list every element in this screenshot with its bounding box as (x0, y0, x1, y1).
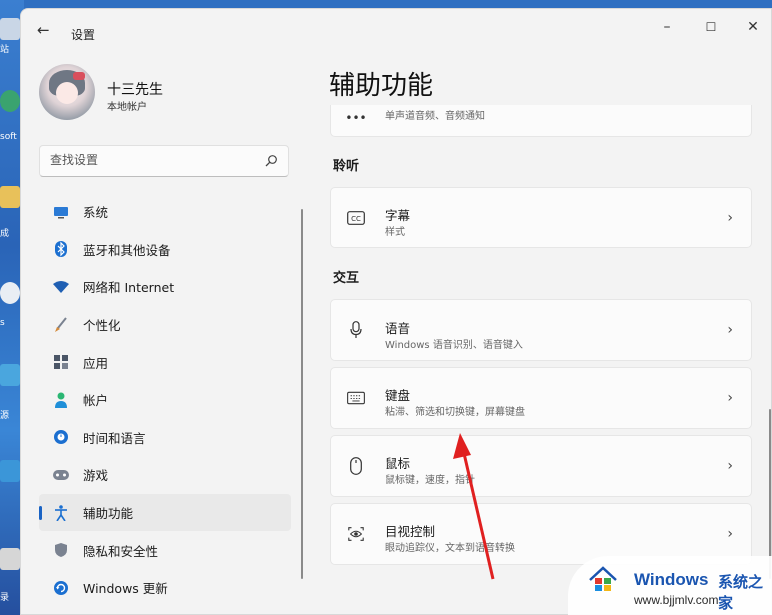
card-subtitle: 粘滞、筛选和切换键，屏幕键盘 (385, 407, 525, 418)
eye-control-icon (347, 525, 365, 543)
close-button[interactable]: ✕ (739, 17, 767, 37)
person-icon (53, 392, 69, 408)
update-icon (53, 580, 69, 596)
card-title: 目视控制 (385, 524, 436, 539)
sidebar-item-windows-update[interactable]: Windows 更新 (39, 569, 291, 607)
captions-card[interactable]: CC 字幕 样式 › (330, 187, 752, 248)
sidebar-item-label: 隐私和安全性 (83, 543, 159, 559)
card-title: 语音 (385, 321, 411, 336)
sidebar-item-label: 游戏 (83, 468, 109, 484)
shield-icon (53, 542, 69, 558)
user-account-type: 本地帐户 (107, 102, 147, 113)
sidebar-item-time-language[interactable]: 时间和语言 (39, 419, 291, 457)
audio-card-subtitle: 单声道音频、音频通知 (385, 111, 485, 122)
search-input[interactable] (50, 153, 250, 167)
cc-icon: CC (347, 209, 365, 227)
chevron-right-icon: › (727, 458, 733, 474)
sidebar-item-apps[interactable]: 应用 (39, 343, 291, 381)
search-box (39, 145, 289, 177)
sidebar-item-network[interactable]: 网络和 Internet (39, 268, 291, 306)
sidebar-item-privacy[interactable]: 隐私和安全性 (39, 531, 291, 569)
svg-text:CC: CC (351, 215, 361, 223)
bluetooth-icon (53, 241, 69, 258)
windows-logo-icon (589, 566, 617, 591)
globe-clock-icon (53, 429, 69, 445)
watermark-brand: Windows (634, 570, 709, 589)
avatar[interactable] (39, 64, 95, 120)
card-subtitle: 样式 (385, 227, 405, 238)
accessibility-icon (53, 504, 69, 521)
sidebar-scrollbar[interactable] (301, 209, 303, 579)
desktop-app-icon[interactable] (0, 460, 20, 482)
chevron-right-icon: › (727, 390, 733, 406)
maximize-button[interactable]: ☐ (697, 17, 725, 37)
back-button[interactable]: ← (37, 23, 53, 38)
watermark-brand-suffix: 系统之家 (718, 573, 764, 612)
section-header-interaction: 交互 (333, 271, 360, 286)
sidebar-item-system[interactable]: 系统 (39, 193, 291, 231)
title-bar: ← 设置 – ☐ ✕ (21, 9, 771, 49)
monitor-icon (53, 204, 69, 220)
active-indicator (39, 505, 42, 520)
brush-icon (53, 316, 69, 333)
chevron-right-icon: › (727, 322, 733, 338)
sidebar-item-label: 蓝牙和其他设备 (83, 242, 171, 258)
gamepad-icon (53, 467, 69, 483)
sidebar-item-gaming[interactable]: 游戏 (39, 456, 291, 494)
sidebar-item-label: 系统 (83, 205, 109, 221)
main-scrollbar[interactable] (769, 409, 771, 579)
wifi-icon (53, 279, 69, 295)
sidebar-item-personalization[interactable]: 个性化 (39, 306, 291, 344)
app-title: 设置 (71, 28, 96, 42)
sidebar-item-label: 帐户 (83, 393, 109, 409)
card-title: 字幕 (385, 208, 411, 223)
desktop-shortcut-icon[interactable] (0, 18, 20, 40)
sidebar-item-label: 网络和 Internet (83, 280, 175, 296)
search-icon[interactable] (264, 154, 278, 168)
speech-card[interactable]: 语音 Windows 语音识别、语音键入 › (330, 299, 752, 361)
desktop-app-icon[interactable] (0, 282, 20, 304)
red-arrow-annotation (453, 433, 495, 580)
sidebar-item-accounts[interactable]: 帐户 (39, 381, 291, 419)
audio-icon: ••• (345, 111, 367, 125)
sidebar-item-label: Windows 更新 (83, 581, 168, 597)
card-title: 鼠标 (385, 456, 411, 471)
chevron-right-icon: › (727, 209, 733, 226)
desktop-app-icon[interactable] (0, 548, 20, 570)
watermark-url: www.bjjmlv.com (634, 593, 719, 607)
watermark: Windows 系统之家 www.bjjmlv.com (568, 556, 772, 615)
desktop-edge-icon[interactable] (0, 90, 20, 112)
sidebar-nav: 系统 蓝牙和其他设备 网络和 Internet 个性化 应用 帐户 时间和语言 … (39, 193, 291, 607)
desktop-app-icon[interactable] (0, 364, 20, 386)
settings-window: ← 设置 – ☐ ✕ 十三先生 本地帐户 系统 蓝牙和其他设备 (20, 8, 772, 615)
chevron-right-icon: › (727, 526, 733, 542)
sidebar-item-label: 时间和语言 (83, 430, 146, 446)
section-header-hearing: 聆听 (333, 159, 360, 174)
sidebar-item-bluetooth[interactable]: 蓝牙和其他设备 (39, 231, 291, 269)
card-subtitle: Windows 语音识别、语音键入 (385, 340, 523, 351)
sidebar-item-label: 辅助功能 (83, 506, 134, 522)
page-title: 辅助功能 (329, 71, 434, 101)
keyboard-card[interactable]: 键盘 粘滞、筛选和切换键，屏幕键盘 › (330, 367, 752, 429)
sidebar-item-accessibility[interactable]: 辅助功能 (39, 493, 291, 532)
microphone-icon (347, 321, 365, 339)
mouse-card[interactable]: 鼠标 鼠标键，速度，指针 › (330, 435, 752, 497)
keyboard-icon (347, 389, 365, 407)
sidebar-item-label: 个性化 (83, 318, 121, 334)
card-title: 键盘 (385, 388, 411, 403)
audio-card[interactable]: ••• 单声道音频、音频通知 (330, 105, 752, 137)
minimize-button[interactable]: – (653, 17, 681, 37)
user-name: 十三先生 (107, 82, 163, 98)
sidebar-item-label: 应用 (83, 355, 109, 371)
desktop-folder-icon[interactable] (0, 186, 20, 208)
mouse-icon (347, 457, 365, 475)
apps-icon (53, 354, 69, 370)
